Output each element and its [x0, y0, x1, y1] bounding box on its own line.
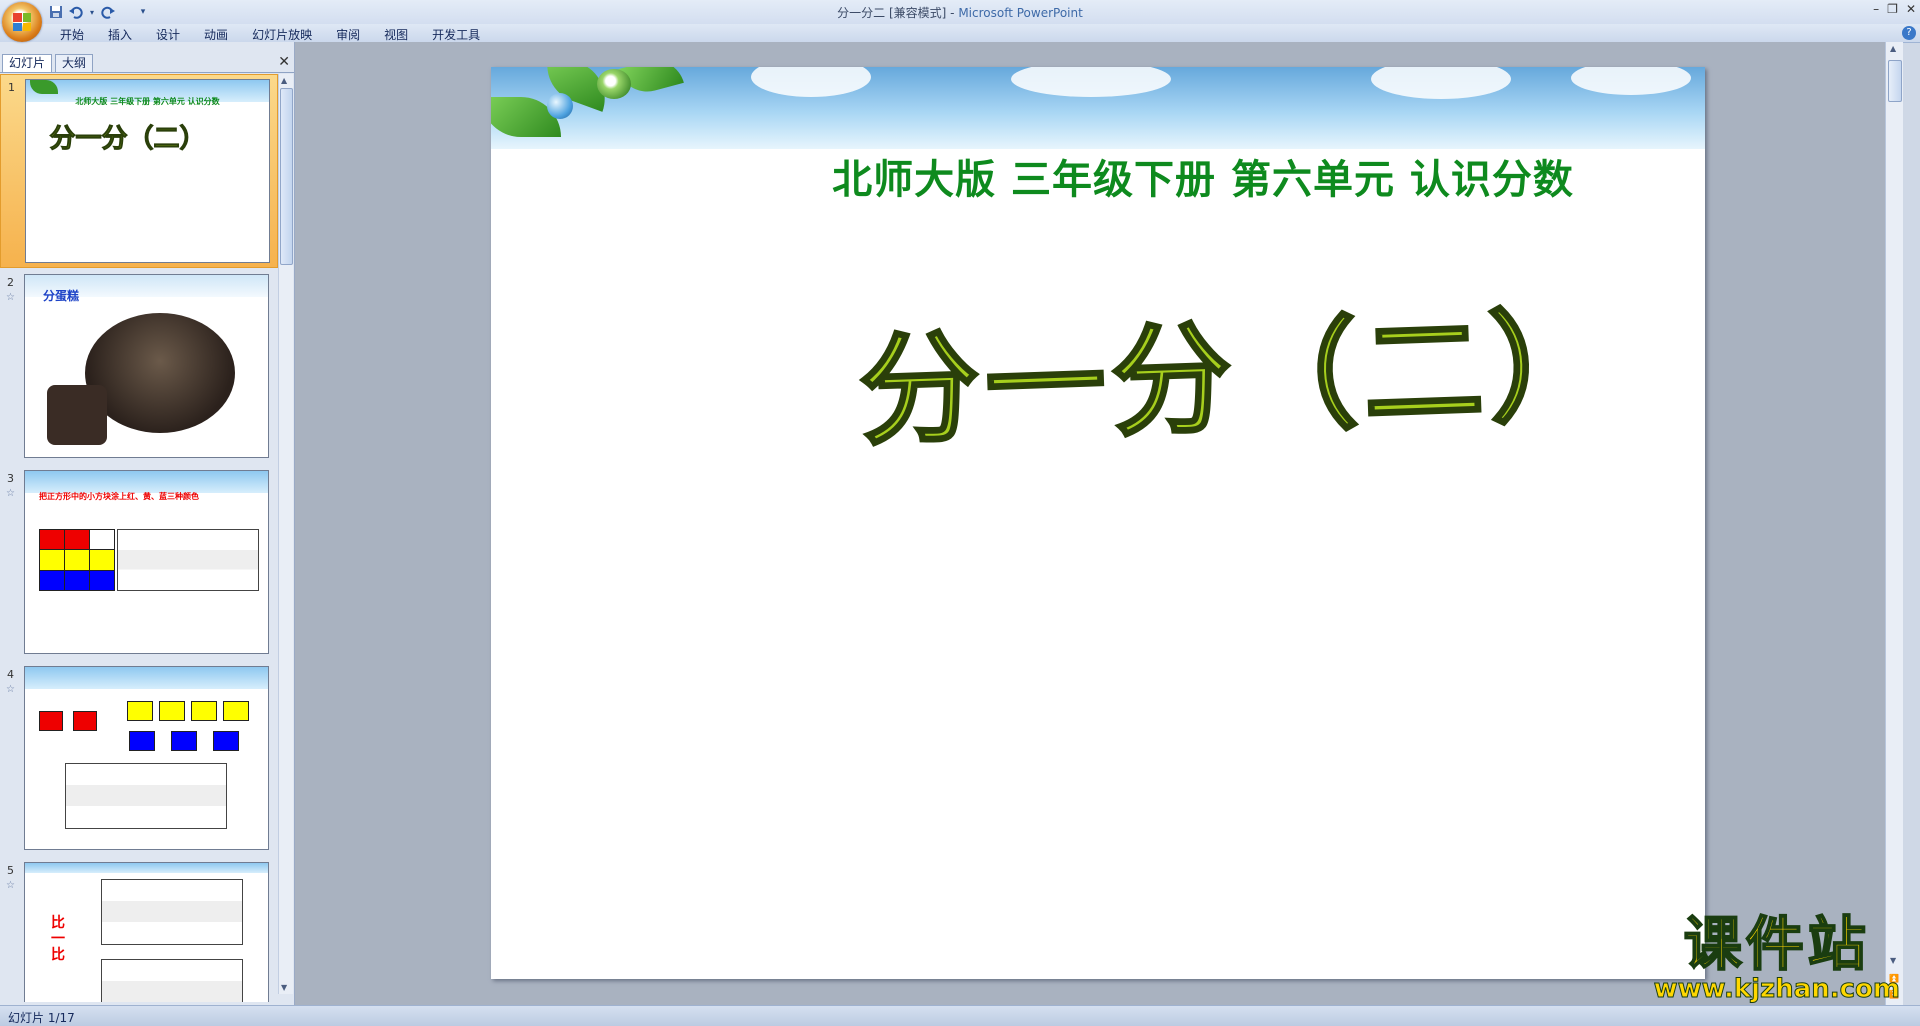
- cake-slice-image: [47, 385, 107, 445]
- slide-editor: 北师大版 三年级下册 第六单元 认识分数 分一分（二） ▲ ▼ ⏫ ⏬: [295, 42, 1903, 1005]
- scrollbar-thumb[interactable]: [280, 88, 293, 265]
- yellow-square: [223, 701, 249, 721]
- snail-icon: [597, 69, 631, 99]
- data-table: [101, 959, 243, 1002]
- minimize-icon[interactable]: –: [1873, 2, 1879, 16]
- window-controls: – ❐ ✕: [1873, 2, 1916, 16]
- scrollbar-thumb[interactable]: [1888, 60, 1902, 102]
- red-square: [73, 711, 97, 731]
- thumbnail-title: 把正方形中的小方块涂上红、黄、蓝三种颜色: [39, 492, 199, 501]
- tab-view[interactable]: 视图: [384, 24, 422, 43]
- tab-insert[interactable]: 插入: [108, 24, 146, 43]
- undo-icon[interactable]: [68, 4, 84, 20]
- status-bar: 幻灯片 1/17: [0, 1005, 1920, 1026]
- slide-thumbnail-3[interactable]: 3 ☆ 把正方形中的小方块涂上红、黄、蓝三种颜色: [0, 466, 278, 660]
- color-grid: [39, 529, 115, 591]
- slide-thumbnail-2[interactable]: 2 ☆ 分蛋糕: [0, 270, 278, 464]
- thumbnail-list: 1 北师大版 三年级下册 第六单元 认识分数 分一分（二） 2 ☆ 分蛋糕 3 …: [0, 74, 278, 1002]
- slide-subtitle[interactable]: 北师大版 三年级下册 第六单元 认识分数: [491, 147, 1705, 205]
- watermark-logo: 课件站 www.kjzhan.com: [1653, 910, 1900, 1004]
- thumbnail-preview: 北师大版 三年级下册 第六单元 认识分数 分一分（二）: [25, 79, 270, 263]
- animation-star-icon: ☆: [6, 684, 15, 695]
- thumbnail-number: 2: [7, 276, 14, 289]
- office-logo-icon: [13, 13, 31, 31]
- close-icon[interactable]: ✕: [1906, 2, 1916, 16]
- animation-star-icon: ☆: [6, 880, 15, 891]
- thumbnail-preview: [24, 666, 269, 850]
- scroll-up-icon[interactable]: ▲: [1890, 44, 1896, 53]
- tab-review[interactable]: 审阅: [336, 24, 374, 43]
- slide-title[interactable]: 分一分（二）: [856, 268, 1619, 468]
- tab-home[interactable]: 开始: [60, 24, 98, 43]
- thumbnail-preview: 把正方形中的小方块涂上红、黄、蓝三种颜色: [24, 470, 269, 654]
- data-table: [101, 879, 243, 945]
- scroll-up-icon[interactable]: ▲: [281, 76, 287, 85]
- watermark-url: www.kjzhan.com: [1653, 974, 1900, 1004]
- blue-square: [171, 731, 197, 751]
- yellow-square: [127, 701, 153, 721]
- customize-toolbar-icon[interactable]: ▾: [138, 4, 148, 20]
- scroll-down-icon[interactable]: ▼: [281, 983, 287, 992]
- thumbnail-title: 分一分（二）: [49, 124, 206, 155]
- tab-slide-show[interactable]: 幻灯片放映: [252, 24, 326, 43]
- thumbnail-scrollbar[interactable]: ▲ ▼: [278, 74, 293, 994]
- yellow-square: [159, 701, 185, 721]
- save-icon[interactable]: [48, 4, 64, 20]
- thumbnail-label: 分蛋糕: [43, 289, 80, 303]
- thumbnail-preview: 比一比: [24, 862, 269, 1002]
- title-bar: 分一分二 [兼容模式] - Microsoft PowerPoint ▾ ▾ –…: [0, 0, 1920, 24]
- slides-pane: 幻灯片 大纲 ✕ 1 北师大版 三年级下册 第六单元 认识分数 分一分（二） 2…: [0, 42, 295, 1005]
- data-table: [65, 763, 227, 829]
- editor-scrollbar[interactable]: ▲ ▼ ⏫ ⏬: [1885, 42, 1903, 1005]
- yellow-square: [191, 701, 217, 721]
- thumbnail-subtitle: 北师大版 三年级下册 第六单元 认识分数: [75, 97, 220, 106]
- app-name: Microsoft PowerPoint: [958, 6, 1083, 20]
- slide-thumbnail-1[interactable]: 1 北师大版 三年级下册 第六单元 认识分数 分一分（二）: [0, 74, 278, 268]
- restore-icon[interactable]: ❐: [1887, 2, 1898, 16]
- tab-design[interactable]: 设计: [156, 24, 194, 43]
- animation-star-icon: ☆: [6, 488, 15, 499]
- ribbon-tabs: 开始 插入 设计 动画 幻灯片放映 审阅 视图 开发工具 ?: [0, 24, 1920, 43]
- thumbnail-number: 5: [7, 864, 14, 877]
- watermark-name: 课件站: [1683, 910, 1870, 978]
- quick-access-toolbar: ▾ ▾: [48, 3, 148, 21]
- tab-outline[interactable]: 大纲: [55, 54, 94, 72]
- blue-square: [129, 731, 155, 751]
- thumbnail-side-text: 比一比: [51, 915, 65, 963]
- tab-slides[interactable]: 幻灯片: [2, 54, 53, 72]
- data-table: [117, 529, 259, 591]
- redo-icon[interactable]: [100, 4, 116, 20]
- water-drop-icon: [547, 93, 573, 119]
- slide-canvas[interactable]: 北师大版 三年级下册 第六单元 认识分数 分一分（二）: [491, 67, 1705, 979]
- window-title: 分一分二 [兼容模式] - Microsoft PowerPoint: [837, 6, 1083, 20]
- slide-counter: 幻灯片 1/17: [8, 1011, 75, 1025]
- pane-tabs: 幻灯片 大纲 ✕: [0, 54, 294, 73]
- slide-thumbnail-5[interactable]: 5 ☆ 比一比: [0, 858, 278, 1002]
- close-pane-icon[interactable]: ✕: [278, 54, 290, 70]
- undo-dropdown-icon[interactable]: ▾: [88, 4, 96, 20]
- thumbnail-number: 1: [8, 81, 15, 94]
- help-icon[interactable]: ?: [1902, 26, 1916, 40]
- slide-thumbnail-4[interactable]: 4 ☆: [0, 662, 278, 856]
- office-button[interactable]: [2, 2, 42, 42]
- thumbnail-number: 4: [7, 668, 14, 681]
- thumbnail-preview: 分蛋糕: [24, 274, 269, 458]
- animation-star-icon: ☆: [6, 292, 15, 303]
- tab-developer[interactable]: 开发工具: [432, 24, 494, 43]
- document-title: 分一分二 [兼容模式]: [837, 6, 947, 20]
- tab-animations[interactable]: 动画: [204, 24, 242, 43]
- blue-square: [213, 731, 239, 751]
- cake-image: [85, 313, 235, 433]
- thumbnail-number: 3: [7, 472, 14, 485]
- red-square: [39, 711, 63, 731]
